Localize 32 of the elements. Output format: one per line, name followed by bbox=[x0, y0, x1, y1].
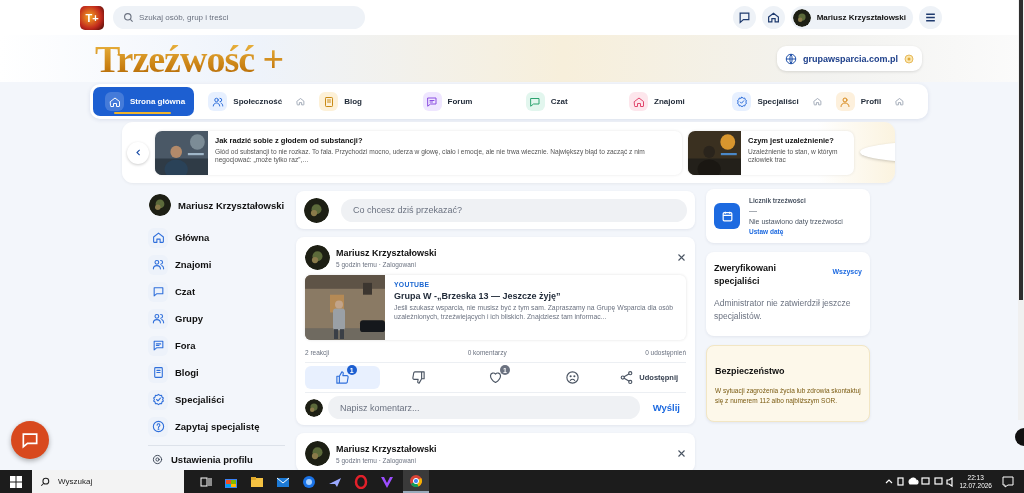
link-title: Grupa W -„Brzeska 13 — Jeszcze żyję” bbox=[394, 291, 562, 301]
author-name[interactable]: Mariusz Krzyształowski bbox=[336, 443, 671, 454]
user-name[interactable]: Mariusz Krzyształowski bbox=[178, 199, 285, 211]
counter-value: — bbox=[749, 207, 758, 215]
sidebar-item[interactable]: Czat bbox=[148, 281, 285, 302]
nav-tab[interactable]: Profil bbox=[823, 87, 926, 116]
author-name[interactable]: Mariusz Krzyształowski bbox=[336, 247, 671, 258]
sidebar-item[interactable]: Grupy bbox=[148, 308, 285, 329]
sidebar-item[interactable]: Blogi bbox=[148, 362, 285, 383]
sidebar-item[interactable]: Główna bbox=[148, 227, 285, 248]
sidebar-item[interactable]: Specjaliści bbox=[148, 389, 285, 410]
nav-tab[interactable]: Społeczność bbox=[196, 87, 306, 116]
card-title: Bezpieczeństwo bbox=[715, 365, 786, 376]
site-link[interactable]: grupawsparcia.com.pl bbox=[776, 46, 922, 71]
sidebar-item[interactable]: Ustawienia profilu bbox=[152, 452, 285, 466]
sidebar-item[interactable]: Fora bbox=[148, 335, 285, 356]
search-field[interactable]: Szukaj osób, grup i treści bbox=[113, 6, 365, 29]
nav-tab[interactable]: Forum bbox=[410, 87, 512, 116]
nav-tab[interactable]: Specjaliści bbox=[720, 87, 822, 116]
sidebar-item[interactable]: Zapytaj specjalistę bbox=[148, 416, 285, 437]
comment-input[interactable]: Napisz komentarz... bbox=[328, 396, 640, 419]
nav-tab[interactable]: Znajomi bbox=[617, 87, 719, 116]
card-title: Zweryfikowani specjaliści bbox=[714, 262, 777, 288]
user-menu-button[interactable]: Mariusz Krzyształowski bbox=[790, 6, 913, 29]
taskbar-search[interactable]: Wyszukaj bbox=[32, 470, 184, 493]
sidebar-item[interactable]: Znajomi bbox=[148, 254, 285, 275]
send-button[interactable]: Wyślij bbox=[644, 402, 686, 413]
nav-tab[interactable]: Czat bbox=[513, 87, 616, 116]
nav-tab[interactable]: Strona główna bbox=[93, 87, 195, 116]
empty-message: Administrator nie zatwierdził jeszcze specjalistów. bbox=[714, 297, 852, 322]
post-input[interactable]: Co chcesz dziś przekazać? bbox=[341, 198, 687, 222]
nav-tab[interactable]: Blog bbox=[307, 87, 409, 116]
